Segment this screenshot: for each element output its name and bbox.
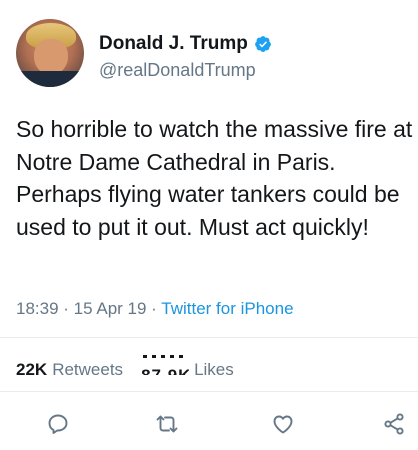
author-name-row: Donald J. Trump xyxy=(99,33,272,55)
retweet-button[interactable] xyxy=(153,410,181,438)
retweets-count[interactable]: 22K xyxy=(16,360,47,380)
tweet: Donald J. Trump @realDonaldTrump So horr… xyxy=(0,0,418,450)
avatar[interactable] xyxy=(16,19,84,87)
tweet-actions xyxy=(0,404,418,444)
tweet-source-link[interactable]: Twitter for iPhone xyxy=(161,299,293,318)
divider xyxy=(0,337,418,338)
tweet-text: So horrible to watch the massive fire at… xyxy=(16,116,413,240)
display-name[interactable]: Donald J. Trump xyxy=(99,33,248,55)
share-button[interactable] xyxy=(380,410,408,438)
share-icon xyxy=(384,413,404,435)
tweet-meta: 18:39 · 15 Apr 19 · Twitter for iPhone xyxy=(16,299,294,318)
like-button[interactable] xyxy=(269,410,297,438)
tweet-time: 18:39 xyxy=(16,299,59,318)
retweet-icon xyxy=(156,415,178,433)
engagement-stats: 22KRetweets 87.9KLikes xyxy=(16,355,234,380)
reply-button[interactable] xyxy=(44,410,72,438)
retweets-label[interactable]: Retweets xyxy=(52,360,123,380)
reply-icon xyxy=(48,414,68,434)
user-handle[interactable]: @realDonaldTrump xyxy=(99,60,256,81)
verified-badge-icon xyxy=(254,35,272,53)
divider xyxy=(0,391,418,392)
like-icon xyxy=(273,415,293,434)
likes-label[interactable]: Likes xyxy=(194,360,234,380)
tweet-date: 15 Apr 19 xyxy=(73,299,147,318)
likes-count[interactable]: 87.9K xyxy=(137,355,189,375)
